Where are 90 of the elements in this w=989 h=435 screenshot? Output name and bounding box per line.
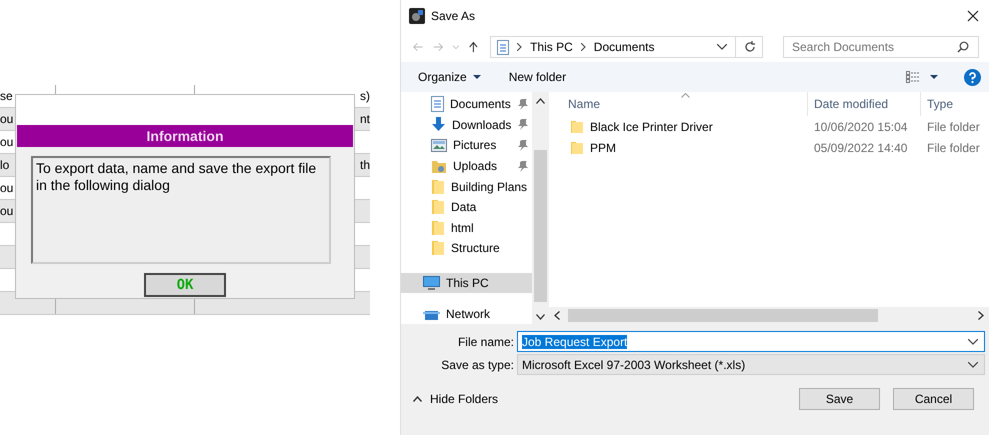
file-type: File folder (926, 120, 981, 134)
sort-caret-icon (681, 93, 690, 98)
file-row[interactable]: PPM 05/09/2022 14:40 File folder (549, 137, 989, 158)
nav-label: Uploads (453, 159, 498, 174)
nav-item[interactable]: Documents (401, 94, 532, 115)
table-cell: ou (0, 135, 14, 149)
folder-icon (570, 120, 584, 134)
nav-item[interactable]: Pictures (401, 135, 532, 156)
caret-icon[interactable] (930, 75, 938, 79)
search-icon (956, 41, 969, 53)
column-header[interactable]: Date modified (808, 92, 921, 116)
scroll-up-icon[interactable] (536, 98, 545, 104)
nav-item[interactable]: Network (401, 303, 532, 324)
nav-label: Downloads (452, 118, 512, 132)
file-type-dropdown[interactable]: Microsoft Excel 97-2003 Worksheet (*.xls) (517, 354, 985, 375)
nav-label: Data (451, 200, 476, 214)
nav-label: Pictures (453, 138, 496, 152)
nav-item[interactable]: Data (401, 196, 532, 218)
nav-item[interactable]: html (401, 218, 532, 238)
folder-icon (431, 178, 445, 195)
file-date: 10/06/2020 15:04 (813, 120, 908, 134)
folder-icon (431, 199, 445, 216)
folder-icon (431, 220, 445, 236)
dialog-button[interactable]: Cancel (893, 388, 974, 410)
file-name: Black Ice Printer Driver (590, 120, 713, 134)
chevron-down-icon[interactable] (968, 362, 978, 368)
scroll-right-icon[interactable] (978, 311, 984, 320)
field-label: File name: (456, 334, 515, 348)
view-options-icon[interactable] (906, 71, 920, 83)
breadcrumb-item[interactable]: Documents (594, 40, 654, 54)
refresh-icon[interactable] (744, 41, 756, 53)
file-date: 05/09/2022 14:40 (813, 140, 908, 154)
document-icon (431, 96, 444, 112)
breadcrumb-item[interactable]: This PC (530, 40, 573, 54)
nav-label: Documents (450, 97, 511, 112)
documents-icon (497, 40, 510, 54)
folder-icon (431, 158, 447, 174)
dialog-title: Information (17, 125, 353, 147)
field-label: Save as type: (440, 358, 515, 372)
table-cell: nt (360, 112, 370, 126)
scroll-left-icon[interactable] (554, 311, 560, 320)
organize-menu[interactable]: Organize (418, 70, 467, 84)
window-title: Save As (431, 9, 476, 23)
scrollbar[interactable] (532, 92, 549, 324)
chevron-up-icon (413, 396, 422, 402)
table-cell: ou (0, 204, 14, 218)
table-cell: ou (0, 112, 14, 126)
table-cell: lo (0, 158, 10, 172)
dialog-button[interactable]: Save (799, 388, 880, 410)
chevron-right-icon (517, 43, 522, 51)
file-row[interactable]: Black Ice Printer Driver 10/06/2020 15:04 File folder (549, 116, 989, 137)
address-bar[interactable]: This PC Documents (490, 36, 763, 58)
chevron-down-icon[interactable] (716, 44, 727, 50)
nav-item[interactable]: Downloads (401, 114, 532, 136)
folder-icon (431, 240, 445, 256)
help-icon[interactable] (964, 68, 981, 86)
scrollbar[interactable] (549, 307, 989, 324)
table-cell: ou (0, 181, 14, 195)
nav-label: Network (446, 306, 490, 321)
column-header[interactable]: Type (921, 92, 989, 116)
nav-label: Structure (451, 241, 500, 256)
nav-item[interactable]: Building Plans (401, 176, 532, 197)
file-name: PPM (590, 140, 616, 154)
scroll-down-icon[interactable] (536, 314, 545, 320)
app-icon (409, 8, 425, 24)
nav-item[interactable]: Structure (401, 238, 532, 259)
table-cell: s) (360, 89, 370, 103)
nav-label: Building Plans (451, 180, 528, 194)
column-header[interactable]: Name (549, 92, 808, 116)
message-text: To export data, name and save the export file in the following dialog (31, 156, 331, 264)
monitor-icon (423, 276, 440, 290)
nav-item[interactable]: This PC (401, 272, 532, 294)
file-name-field[interactable]: Job Request Export (517, 331, 985, 352)
search-field[interactable]: Search Documents (782, 36, 979, 58)
nav-label: html (451, 220, 474, 235)
file-type: File folder (926, 140, 981, 154)
up-arrow-icon[interactable] (469, 40, 478, 54)
nav-item[interactable]: Uploads (401, 156, 532, 176)
picture-icon (431, 138, 447, 152)
close-icon[interactable] (967, 10, 979, 22)
chevron-down-icon[interactable] (968, 338, 978, 344)
table-cell: th (360, 158, 370, 172)
hide-folders-button[interactable]: Hide Folders (413, 392, 498, 406)
table-cell: se (0, 89, 13, 103)
chevron-right-icon (580, 43, 586, 51)
download-arrow-icon (431, 117, 446, 132)
folder-icon (570, 140, 584, 154)
caret-icon (472, 75, 481, 79)
nav-label: This PC (446, 276, 489, 290)
new-folder-button[interactable]: New folder (508, 70, 566, 84)
